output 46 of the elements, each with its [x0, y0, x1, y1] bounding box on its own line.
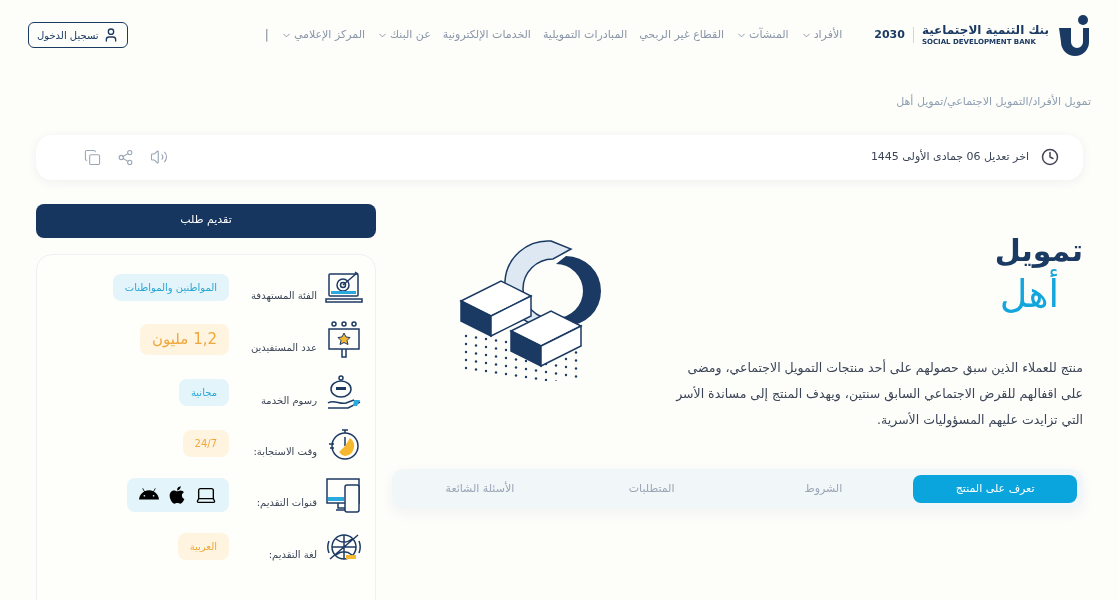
copy-icon[interactable]	[84, 148, 101, 166]
breadcrumb-link[interactable]: تمويل أهل	[896, 94, 944, 111]
info-badge: مجانية	[178, 379, 229, 406]
info-badge: 24/7	[182, 430, 229, 457]
nav-link[interactable]: المنشآت	[736, 26, 789, 44]
info-badge: المواطنين والمواطنات	[112, 274, 229, 301]
nav-link[interactable]: الخدمات الإلكترونية	[442, 26, 531, 44]
bank-name-arabic: بنك التنمية الاجتماعية	[921, 23, 1049, 38]
tab[interactable]: الأسئلة الشائعة	[398, 474, 562, 503]
info-label: لغة التقديم:	[267, 548, 317, 562]
breadcrumb-link[interactable]: تمويل الأفراد	[1032, 94, 1091, 111]
breadcrumb-link[interactable]: التمويل الاجتماعي	[947, 94, 1029, 111]
nav-link[interactable]: الأفراد	[800, 26, 843, 44]
stopwatch-icon	[327, 426, 361, 461]
vision-logo: 2030	[874, 26, 914, 44]
nav-link[interactable]: عن البنك	[377, 26, 431, 44]
info-label: وقت الاستجابة:	[252, 445, 317, 459]
share-icon[interactable]	[117, 148, 134, 166]
speaker-icon[interactable]	[150, 148, 168, 166]
tab[interactable]: الشروط	[741, 474, 906, 503]
apply-button[interactable]: تقديم طلب	[36, 203, 376, 238]
bank-logo-icon	[1057, 14, 1091, 56]
laptop-target-icon	[325, 270, 363, 305]
breadcrumb-separator: /	[943, 94, 948, 110]
nav-link[interactable]: المبادرات التمويلية	[542, 26, 628, 44]
info-label: قنوات التقديم:	[255, 496, 317, 510]
info-badge: العربية	[177, 533, 229, 560]
product-description: منتج للعملاء الذين سبق حصولهم على أحد منتجات التمويل الاجتماعي، ومضى على اقفالهم للقرض الاجتماعي السابق سنتين، ويهدف المنتج إلى مساندة الأسر التي تزايدت عليهم المسؤوليات الأسرية.	[674, 358, 1083, 430]
nav-link[interactable]: القطاع غير الربحي	[639, 26, 725, 44]
nav-link[interactable]: المركز الإعلامي	[280, 26, 366, 44]
info-label: الفئة المستهدفة	[250, 289, 317, 303]
product-subtitle: أهل	[999, 268, 1059, 318]
apple-icon	[167, 484, 187, 505]
tab[interactable]: تعرف على المنتج	[913, 474, 1077, 503]
info-label: عدد المستفيدين	[249, 341, 317, 355]
breadcrumb-separator: /	[1028, 95, 1033, 110]
info-badge: 1,2 مليون	[140, 324, 229, 355]
nav-separator: |	[264, 27, 269, 44]
last-modified-text: اخر تعديل 06 جمادى الأولى 1445	[870, 148, 1029, 165]
product-title: تمويل	[994, 235, 1083, 266]
signboard-star-icon	[327, 320, 361, 359]
info-label: رسوم الخدمة	[260, 394, 317, 408]
clock-icon	[1041, 148, 1059, 166]
tab[interactable]: المتطلبات	[569, 474, 734, 503]
login-button[interactable]: تسجيل الدخول	[28, 22, 128, 48]
monitor-phone-icon	[326, 476, 362, 513]
